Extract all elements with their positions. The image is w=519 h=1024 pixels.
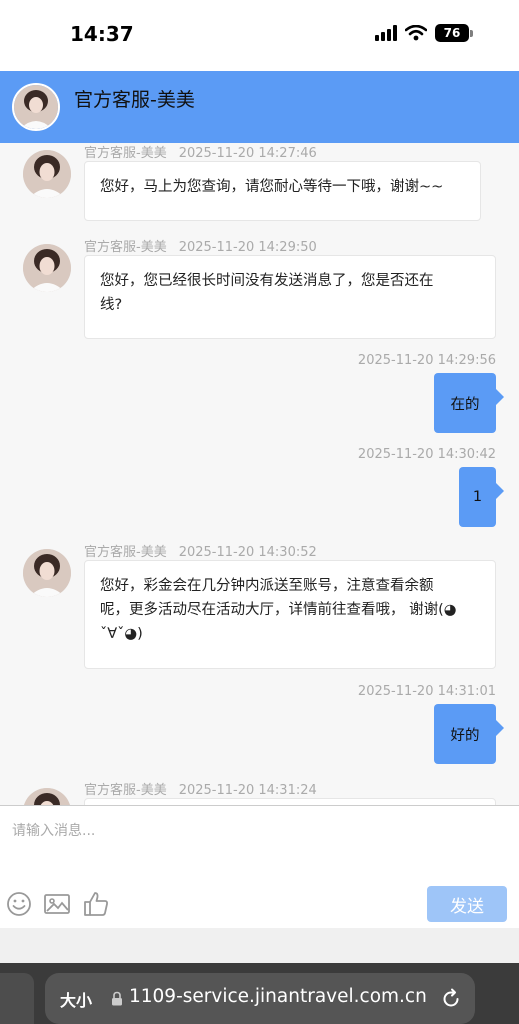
composer: 发送 (0, 805, 519, 928)
message-bubble: 您好，您已经很长时间没有发送消息了，您是否还在 线? (84, 255, 496, 339)
message-time: 2025-11-20 14:30:52 (178, 545, 317, 560)
message-meta: 官方客服-美美 2025-11-20 14:27:46 (84, 143, 317, 161)
chat-header: 官方客服-美美 (0, 71, 519, 143)
message-text: 在的 (450, 396, 480, 413)
chat-title: 官方客服-美美 (74, 89, 195, 111)
message-bubble: 您好，马上为您查询，请您耐心等待一下哦，谢谢~~ (84, 161, 481, 221)
agent-avatar (23, 150, 71, 198)
message-input[interactable] (0, 810, 519, 880)
sender-name: 官方客服-美美 (84, 545, 167, 560)
address-bar[interactable]: 大小 1109-service.jinantravel.com.cn (45, 973, 475, 1024)
message-text-line: ˇ∀ˇ◕) (100, 626, 143, 642)
cellular-signal-icon (375, 25, 397, 41)
message-bubble: 您好，彩金会在几分钟内派送至账号，注意查看余额 呢，更多活动尽在活动大厅，详情前… (84, 560, 496, 669)
message-text-line: 呢，更多活动尽在活动大厅，详情前往查看哦， 谢谢(◕ (100, 602, 457, 618)
message-text-line: 线? (100, 297, 123, 313)
agent-avatar[interactable] (12, 83, 60, 131)
sender-name: 官方客服-美美 (84, 146, 167, 161)
message-bubble-out: 在的 (434, 373, 504, 433)
message-time: 2025-11-20 14:29:50 (178, 240, 317, 255)
message-text-line: 您好，您已经很长时间没有发送消息了，您是否还在 (100, 273, 434, 289)
send-button[interactable]: 发送 (427, 886, 507, 922)
thumbs-up-icon[interactable] (82, 890, 110, 918)
message-time: 2025-11-20 14:31:01 (357, 684, 496, 699)
message-meta: 官方客服-美美 2025-11-20 14:29:50 (84, 236, 317, 255)
page-bottom-band (0, 928, 519, 963)
message-list[interactable]: 官方客服-美美 2025-11-20 14:27:46 您好，马上为您查询，请您耐… (0, 143, 519, 805)
status-bar: 14:37 76 (0, 0, 519, 71)
message-bubble (84, 798, 496, 805)
sender-name: 官方客服-美美 (84, 783, 167, 798)
message-text-line: 您好，彩金会在几分钟内派送至账号，注意查看余额 (100, 578, 434, 594)
browser-toolbar: 大小 1109-service.jinantravel.com.cn (0, 963, 519, 1024)
message-bubble-out: 好的 (434, 704, 504, 764)
sender-name: 官方客服-美美 (84, 240, 167, 255)
emoji-icon[interactable] (5, 890, 33, 918)
message-text: 1 (472, 489, 483, 505)
previous-tab-stub[interactable] (0, 973, 34, 1024)
message-meta: 官方客服-美美 2025-11-20 14:30:52 (84, 541, 317, 560)
agent-avatar (23, 788, 71, 805)
agent-avatar (23, 244, 71, 292)
battery-icon: 76 (435, 24, 473, 42)
status-icons: 76 (375, 24, 473, 42)
text-size-button[interactable]: 大小 (60, 987, 92, 1011)
message-bubble-out: 1 (459, 467, 504, 527)
message-time: 2025-11-20 14:27:46 (178, 146, 317, 161)
status-time: 14:37 (70, 22, 134, 46)
image-icon[interactable] (43, 890, 71, 918)
message-text: 您好，马上为您查询，请您耐心等待一下哦，谢谢~~ (100, 179, 444, 195)
battery-level: 76 (435, 24, 469, 42)
agent-avatar (23, 549, 71, 597)
url-text: 1109-service.jinantravel.com.cn (129, 986, 427, 1007)
lock-icon (112, 991, 122, 1006)
message-time: 2025-11-20 14:31:24 (178, 783, 317, 798)
message-time: 2025-11-20 14:30:42 (357, 447, 496, 462)
wifi-icon (405, 25, 427, 41)
message-time: 2025-11-20 14:29:56 (357, 353, 496, 368)
message-meta: 官方客服-美美 2025-11-20 14:31:24 (84, 779, 317, 798)
reload-icon[interactable] (441, 987, 461, 1009)
message-text: 好的 (450, 727, 480, 744)
